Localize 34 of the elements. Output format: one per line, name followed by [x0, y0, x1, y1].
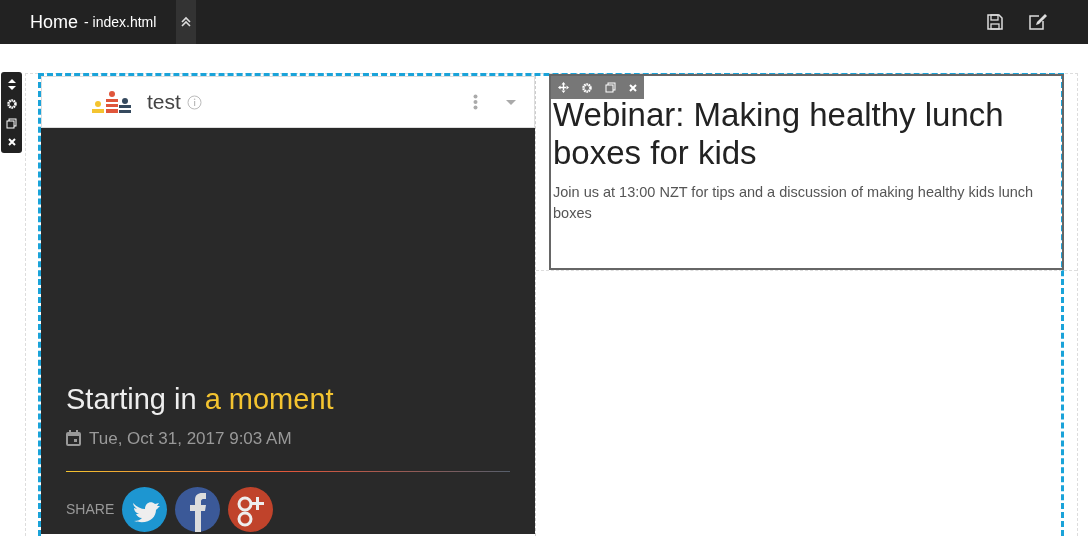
- double-chevron-up-icon: [181, 16, 192, 28]
- logo-icon: [92, 91, 131, 113]
- file-name: - index.html: [84, 12, 157, 32]
- countdown-heading: Starting in a moment: [66, 382, 335, 417]
- edit-button[interactable]: [1028, 13, 1048, 31]
- close-icon: [7, 137, 16, 146]
- copy-button[interactable]: [6, 117, 17, 129]
- close-icon: [629, 83, 638, 92]
- up-down-icon: [7, 79, 16, 91]
- move-button[interactable]: [7, 79, 16, 91]
- kebab-icon: [473, 94, 478, 110]
- google-plus-icon[interactable]: [228, 486, 274, 532]
- copy-icon: [6, 117, 17, 129]
- move-icon: [557, 82, 569, 93]
- event-name: test: [147, 89, 181, 116]
- settings-icon: [581, 82, 592, 93]
- save-button[interactable]: [986, 13, 1004, 31]
- twitter-icon[interactable]: [122, 486, 168, 532]
- edit-icon: [1028, 13, 1048, 31]
- info-icon: [186, 94, 202, 110]
- close-button[interactable]: [7, 137, 16, 146]
- copy-icon: [605, 82, 617, 93]
- settings-button[interactable]: [6, 99, 17, 110]
- collapse-button[interactable]: [176, 0, 197, 44]
- page-title: Home: [30, 10, 78, 34]
- event-date: Tue, Oct 31, 2017 9:03 AM: [89, 427, 292, 450]
- calendar-icon: [66, 430, 81, 447]
- facebook-icon[interactable]: [175, 486, 221, 532]
- settings-icon: [6, 99, 17, 110]
- block-title: Webinar: Making healthy lunch boxes for kids: [553, 96, 1005, 172]
- block-description: Join us at 13:00 NZT for tips and a discussion of making healthy kids lunch boxes: [553, 183, 1035, 223]
- save-icon: [986, 13, 1004, 31]
- caret-icon: [506, 99, 516, 105]
- share-label: SHARE: [66, 499, 115, 519]
